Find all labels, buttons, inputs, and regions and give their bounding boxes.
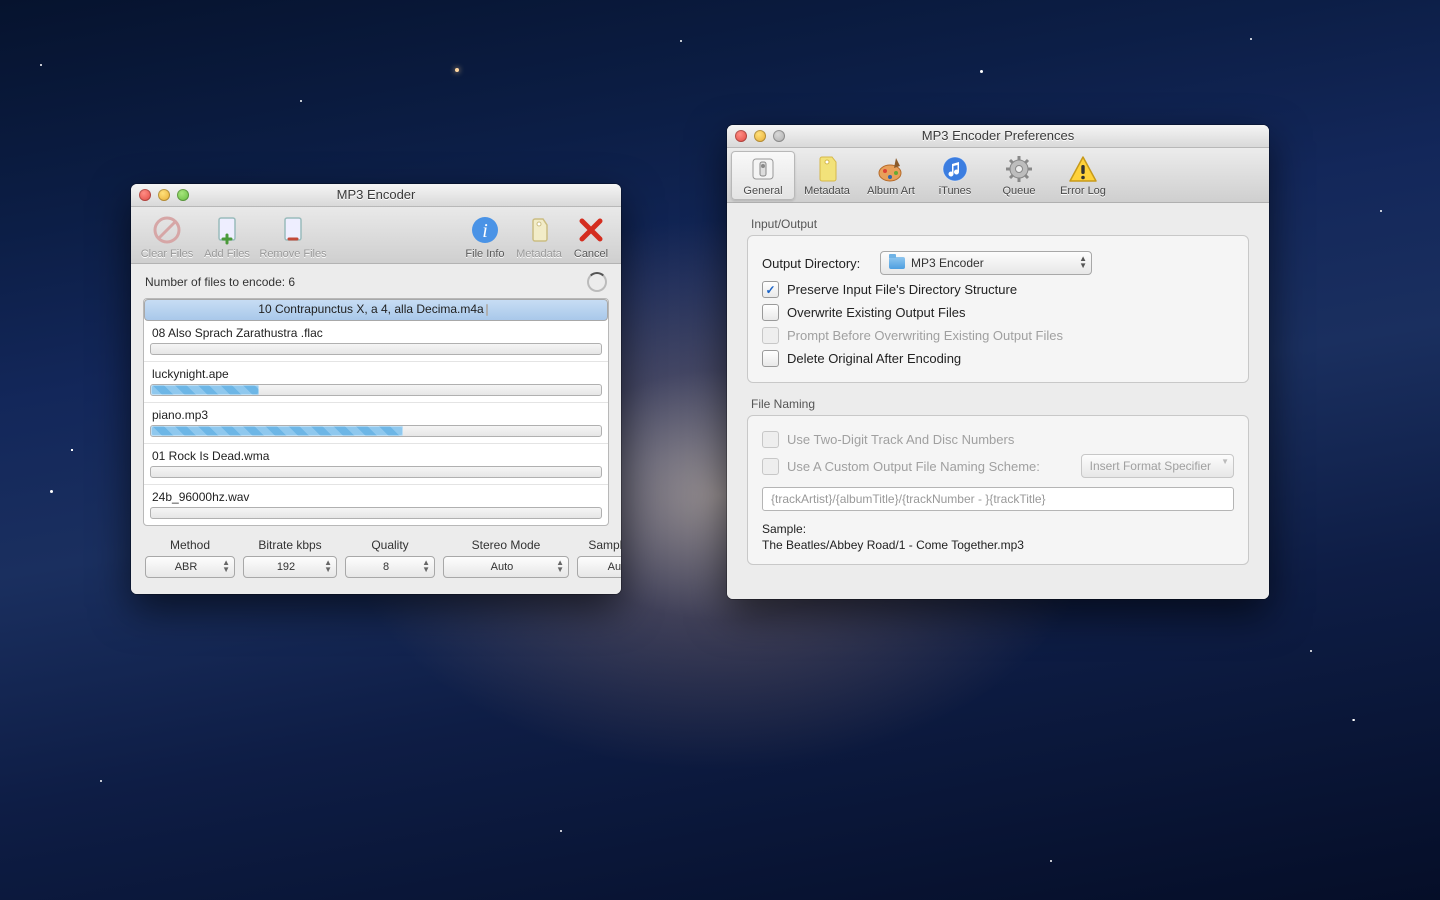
remove-file-icon [276,213,310,247]
file-row[interactable]: 08 Also Sprach Zarathustra .flac [144,321,608,362]
file-row[interactable]: 24b_96000hz.wav [144,485,608,525]
file-row[interactable]: luckynight.ape [144,362,608,403]
file-count-label: Number of files to encode: 6 [145,275,295,289]
prefs-toolbar: General Metadata Album Art iTunes Queue [727,148,1269,203]
sample-select[interactable]: Auto▲▼ [577,556,621,578]
overwrite-checkbox[interactable] [762,304,779,321]
gear-icon [1004,154,1034,184]
cancel-button[interactable]: Cancel [567,211,615,260]
stereo-label: Stereo Mode [472,538,541,552]
output-dir-select[interactable]: MP3 Encoder ▲▼ [880,251,1092,275]
format-specifier-select: Insert Format Specifier ▼ [1081,454,1234,478]
minimize-button[interactable] [158,189,170,201]
window-title: MP3 Encoder [337,187,416,202]
file-name: 08 Also Sprach Zarathustra .flac [150,325,602,343]
info-icon: i [468,213,502,247]
window-title: MP3 Encoder Preferences [922,128,1074,143]
file-name: 10 Contrapunctus X, a 4, alla Decima.m4a [256,301,485,319]
preserve-structure-label: Preserve Input File's Directory Structur… [787,282,1017,297]
delete-original-label: Delete Original After Encoding [787,351,961,366]
progress-bar [150,466,602,478]
custom-scheme-label: Use A Custom Output File Naming Scheme: [787,459,1073,474]
two-digit-checkbox [762,431,779,448]
svg-text:i: i [482,220,488,242]
method-label: Method [170,538,210,552]
overwrite-label: Overwrite Existing Output Files [787,305,965,320]
tag-icon [522,213,556,247]
stereo-select[interactable]: Auto▲▼ [443,556,569,578]
file-list[interactable]: 10 Contrapunctus X, a 4, alla Decima.m4a… [143,298,609,526]
tab-album-art[interactable]: Album Art [859,151,923,200]
tab-queue[interactable]: Queue [987,151,1051,200]
naming-group-label: File Naming [747,397,1249,415]
add-file-icon [210,213,244,247]
tab-metadata[interactable]: Metadata [795,151,859,200]
clear-files-button[interactable]: Clear Files [137,211,197,260]
file-row[interactable]: piano.mp3 [144,403,608,444]
file-name: piano.mp3 [150,407,602,425]
io-group: Output Directory: MP3 Encoder ▲▼ Preserv… [747,235,1249,383]
remove-files-button[interactable]: Remove Files [257,211,329,260]
encoder-titlebar[interactable]: MP3 Encoder [131,184,621,207]
method-select[interactable]: ABR▲▼ [145,556,235,578]
file-row[interactable]: 10 Contrapunctus X, a 4, alla Decima.m4a [144,299,608,321]
minimize-button[interactable] [754,130,766,142]
delete-original-checkbox[interactable] [762,350,779,367]
zoom-button-disabled [773,130,785,142]
sample-label: Sample Rate [588,538,621,552]
quality-label: Quality [371,538,408,552]
cancel-icon [574,213,608,247]
sample-value: The Beatles/Abbey Road/1 - Come Together… [762,538,1234,552]
preserve-structure-checkbox[interactable] [762,281,779,298]
metadata-button[interactable]: Metadata [511,211,567,260]
file-name: 24b_96000hz.wav [150,489,602,507]
encoder-controls: Method ABR▲▼ Bitrate kbps 192▲▼ Quality … [131,526,621,594]
prompt-overwrite-label: Prompt Before Overwriting Existing Outpu… [787,328,1063,343]
file-row[interactable]: 01 Rock Is Dead.wma [144,444,608,485]
progress-bar [150,425,602,437]
zoom-button[interactable] [177,189,189,201]
file-name: 01 Rock Is Dead.wma [150,448,602,466]
add-files-button[interactable]: Add Files [197,211,257,260]
sample-label: Sample: [762,522,1234,536]
tab-error-log[interactable]: Error Log [1051,151,1115,200]
folder-icon [889,257,905,269]
tab-itunes[interactable]: iTunes [923,151,987,200]
no-entry-icon [150,213,184,247]
file-info-button[interactable]: i File Info [459,211,511,260]
naming-pattern-input[interactable]: {trackArtist}/{albumTitle}/{trackNumber … [762,487,1234,511]
encoder-window: MP3 Encoder Clear Files Add Files Remove… [131,184,621,594]
tag-icon [812,154,842,184]
file-name: luckynight.ape [150,366,602,384]
close-button[interactable] [735,130,747,142]
encoder-toolbar: Clear Files Add Files Remove Files i Fil… [131,207,621,264]
quality-select[interactable]: 8▲▼ [345,556,435,578]
tab-general[interactable]: General [731,151,795,200]
warning-icon [1068,154,1098,184]
io-group-label: Input/Output [747,217,1249,235]
preferences-window: MP3 Encoder Preferences General Metadata… [727,125,1269,599]
two-digit-label: Use Two-Digit Track And Disc Numbers [787,432,1014,447]
switch-icon [748,154,778,184]
prefs-titlebar[interactable]: MP3 Encoder Preferences [727,125,1269,148]
progress-bar [150,384,602,396]
naming-group: Use Two-Digit Track And Disc Numbers Use… [747,415,1249,565]
bitrate-label: Bitrate kbps [258,538,321,552]
bitrate-select[interactable]: 192▲▼ [243,556,337,578]
close-button[interactable] [139,189,151,201]
prompt-overwrite-checkbox [762,327,779,344]
itunes-icon [940,154,970,184]
spinner-icon [587,272,607,292]
palette-icon [876,154,906,184]
progress-bar [150,507,602,519]
progress-bar [486,304,488,316]
progress-bar [150,343,602,355]
output-dir-label: Output Directory: [762,256,872,271]
custom-scheme-checkbox [762,458,779,475]
